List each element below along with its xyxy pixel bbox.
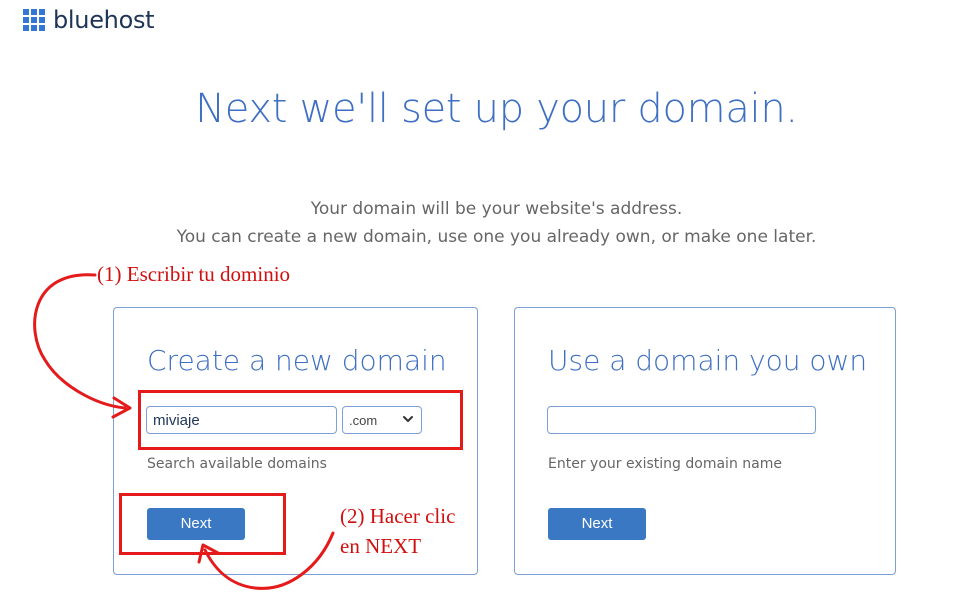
logo-text: bluehost xyxy=(53,6,155,34)
new-domain-helper: Search available domains xyxy=(147,456,327,472)
page-subtitle-line-1: Your domain will be your website's addre… xyxy=(310,199,683,219)
page-subtitle-line-2: You can create a new domain, use one you… xyxy=(176,227,817,247)
own-domain-next-button[interactable]: Next xyxy=(548,508,646,540)
annotation-step-2-line-1: (2) Hacer clic xyxy=(340,504,456,528)
page-title: Next we'll set up your domain. xyxy=(195,86,798,132)
own-domain-helper: Enter your existing domain name xyxy=(548,456,782,472)
create-domain-title: Create a new domain xyxy=(147,344,447,377)
annotation-arrow-1 xyxy=(33,273,127,410)
own-domain-title: Use a domain you own xyxy=(548,344,868,377)
annotation-step-1: (1) Escribir tu dominio xyxy=(97,262,291,286)
bluehost-logo[interactable]: bluehost xyxy=(23,6,155,34)
annotation-highlight-next-button xyxy=(119,493,286,555)
own-domain-input[interactable] xyxy=(547,406,816,434)
annotation-highlight-domain-input xyxy=(138,390,463,450)
annotation-step-2-line-2: en NEXT xyxy=(340,534,422,558)
own-domain-card: Use a domain you own Enter your existing… xyxy=(514,307,896,575)
grid-logo-icon xyxy=(23,9,45,31)
